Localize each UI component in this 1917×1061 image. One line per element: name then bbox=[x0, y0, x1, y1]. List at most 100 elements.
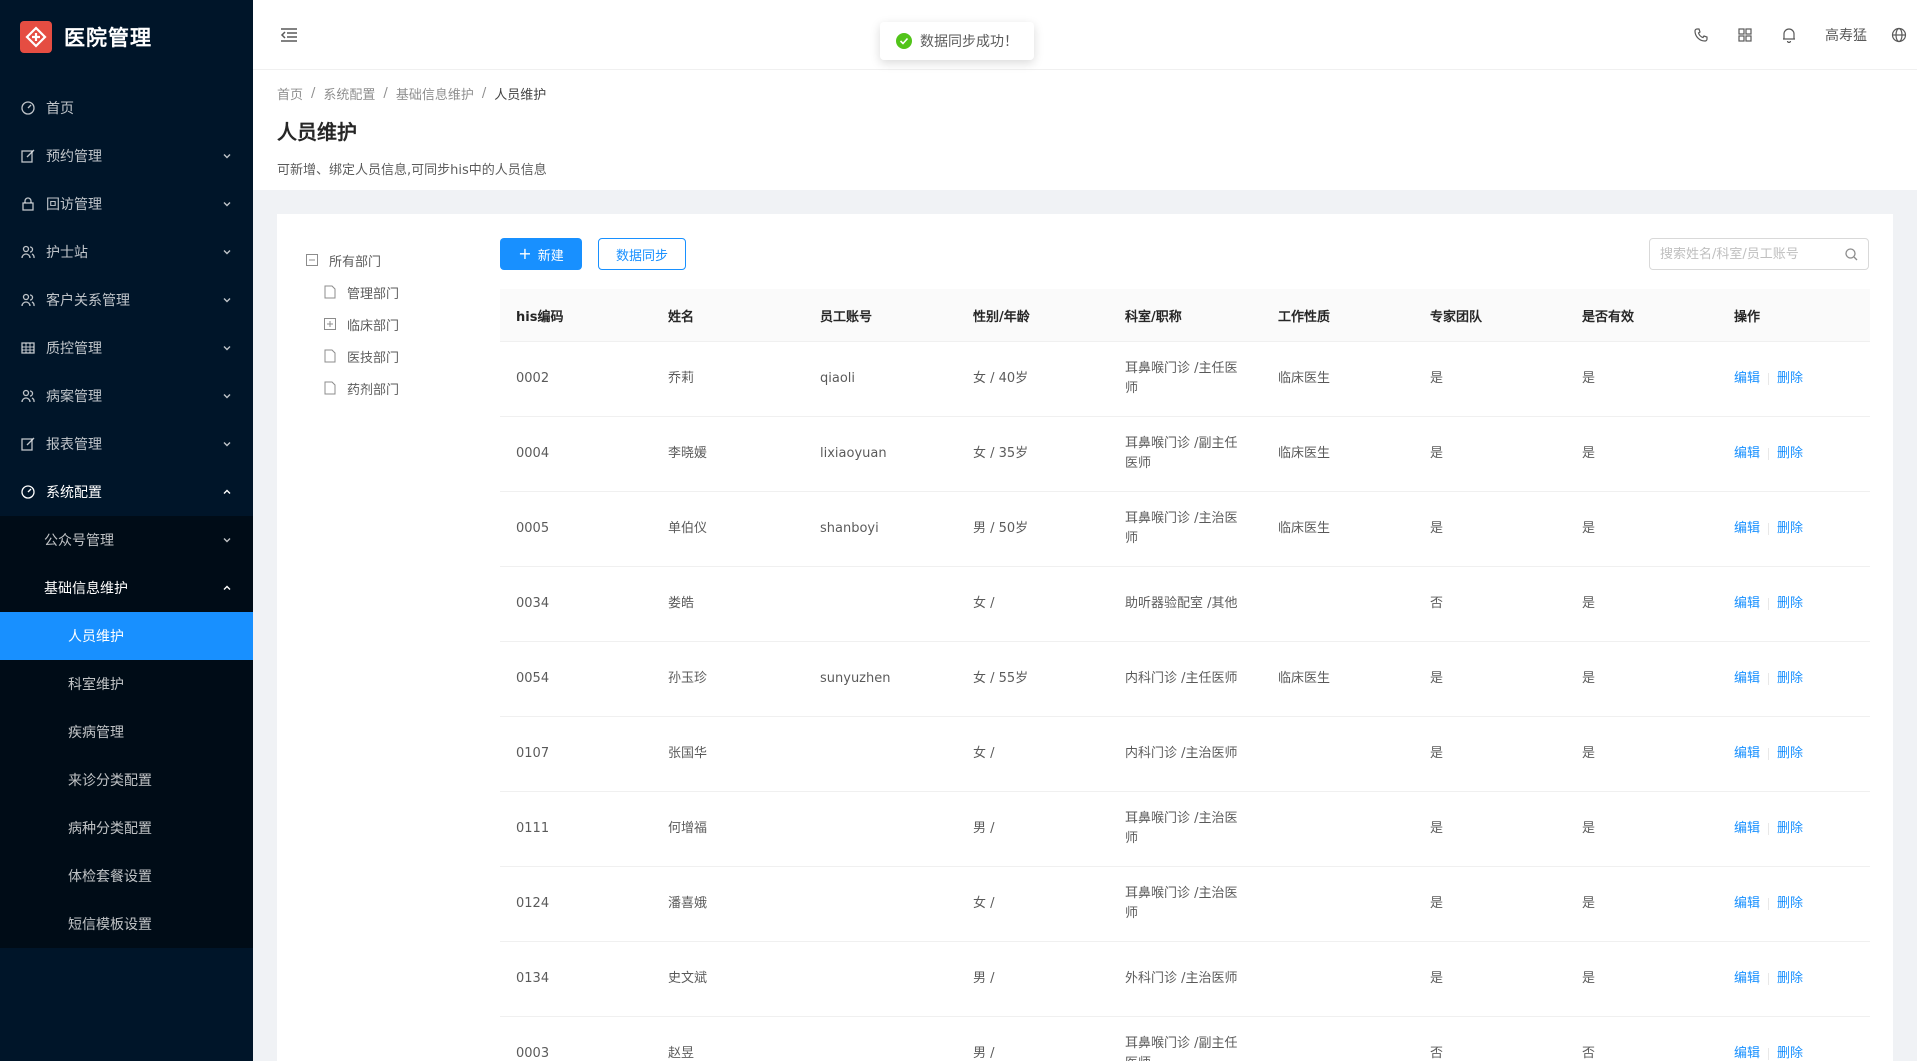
page-header: 首页 / 系统配置 / 基础信息维护 / 人员维护 人员维护 可新增、绑定人员信… bbox=[253, 70, 1917, 190]
delete-link[interactable]: 删除 bbox=[1777, 969, 1803, 989]
new-button[interactable]: + 新建 bbox=[500, 238, 582, 270]
breadcrumb-item-system[interactable]: 系统配置 bbox=[323, 84, 375, 103]
tree-node-clinical[interactable]: 临床部门 bbox=[305, 308, 475, 340]
tree-node-root[interactable]: 所有部门 bbox=[305, 244, 475, 276]
sidebar-item-label: 报表管理 bbox=[46, 437, 102, 453]
search-icon[interactable] bbox=[1845, 247, 1858, 261]
logo[interactable]: 医院管理 bbox=[0, 0, 253, 74]
sidebar-item-wechat[interactable]: 公众号管理 bbox=[0, 516, 253, 564]
tree-node-medtech[interactable]: 医技部门 bbox=[305, 340, 475, 372]
edit-link[interactable]: 编辑 bbox=[1734, 819, 1760, 839]
edit-link[interactable]: 编辑 bbox=[1734, 969, 1760, 989]
edit-link[interactable]: 编辑 bbox=[1734, 669, 1760, 689]
sidebar-menu: 首页 预约管理 回访管理 护士站 客户关系管理 质控管理 病案管理 报表管理 系… bbox=[0, 84, 253, 516]
delete-link[interactable]: 删除 bbox=[1777, 819, 1803, 839]
delete-link[interactable]: 删除 bbox=[1777, 444, 1803, 464]
action-divider bbox=[1768, 523, 1770, 535]
dashboard-icon bbox=[20, 484, 36, 500]
edit-link[interactable]: 编辑 bbox=[1734, 744, 1760, 764]
breadcrumb-item-base-info[interactable]: 基础信息维护 bbox=[396, 84, 474, 103]
column-header: 是否有效 bbox=[1582, 309, 1635, 325]
delete-link[interactable]: 删除 bbox=[1777, 744, 1803, 764]
sidebar-item-sms-template[interactable]: 短信模板设置 bbox=[0, 900, 253, 948]
breadcrumb-separator: / bbox=[383, 85, 388, 101]
row-actions: 编辑 删除 bbox=[1718, 444, 1870, 464]
sidebar-item-disease[interactable]: 疾病管理 bbox=[0, 708, 253, 756]
phone-button[interactable] bbox=[1679, 0, 1723, 70]
sidebar-item-quality[interactable]: 质控管理 bbox=[0, 324, 253, 372]
table-cell-account: qiaoli bbox=[820, 371, 856, 386]
sidebar-item-base-info[interactable]: 基础信息维护 bbox=[0, 564, 253, 612]
notification-button[interactable] bbox=[1767, 0, 1811, 70]
user-group-icon bbox=[20, 388, 36, 404]
table-row: 0005 单伯仪 shanboyi 男 / 50岁 耳鼻喉门诊 /主治医师 临床医生 是 是 编… bbox=[500, 492, 1870, 567]
chevron-down-icon bbox=[221, 438, 233, 450]
globe-icon bbox=[1891, 27, 1907, 43]
delete-link[interactable]: 删除 bbox=[1777, 669, 1803, 689]
sidebar-item-crm[interactable]: 客户关系管理 bbox=[0, 276, 253, 324]
sidebar-item-checkup-package[interactable]: 体检套餐设置 bbox=[0, 852, 253, 900]
edit-link[interactable]: 编辑 bbox=[1734, 444, 1760, 464]
chevron-down-icon bbox=[221, 150, 233, 162]
sidebar-item-system-config[interactable]: 系统配置 bbox=[0, 468, 253, 516]
search-input[interactable] bbox=[1660, 246, 1845, 262]
sidebar-item-label: 病案管理 bbox=[46, 389, 102, 405]
edit-link[interactable]: 编辑 bbox=[1734, 519, 1760, 539]
column-header: 姓名 bbox=[668, 309, 695, 325]
tree-node-admin[interactable]: 管理部门 bbox=[305, 276, 475, 308]
sidebar-item-staff[interactable]: 人员维护 bbox=[0, 612, 253, 660]
edit-link[interactable]: 编辑 bbox=[1734, 594, 1760, 614]
table-cell-valid: 是 bbox=[1582, 671, 1596, 686]
sidebar-item-appointment[interactable]: 预约管理 bbox=[0, 132, 253, 180]
sidebar-item-visit-category[interactable]: 来诊分类配置 bbox=[0, 756, 253, 804]
delete-link[interactable]: 删除 bbox=[1777, 369, 1803, 389]
system-config-submenu: 公众号管理 基础信息维护 人员维护 科室维护 疾病管理 来诊分类配置 病种分类配… bbox=[0, 516, 253, 948]
sidebar-item-records[interactable]: 病案管理 bbox=[0, 372, 253, 420]
file-icon bbox=[323, 381, 337, 395]
table-cell-gender-age: 女 / bbox=[973, 746, 995, 761]
staff-table: his编码 姓名 员工账号 性别/年龄 科室/职称 工作性质 专家团队 是否有效… bbox=[500, 289, 1870, 1061]
edit-link[interactable]: 编辑 bbox=[1734, 1044, 1760, 1061]
plus-square-icon[interactable] bbox=[323, 317, 337, 331]
user-name[interactable]: 高寿猛 bbox=[1811, 25, 1881, 45]
phone-icon bbox=[1694, 28, 1708, 42]
sidebar-item-nurse-station[interactable]: 护士站 bbox=[0, 228, 253, 276]
table-cell-gender-age: 男 / 50岁 bbox=[973, 521, 1029, 536]
action-divider bbox=[1768, 373, 1770, 385]
menu-fold-button[interactable] bbox=[277, 23, 301, 47]
sidebar-item-department[interactable]: 科室维护 bbox=[0, 660, 253, 708]
sidebar-item-label: 预约管理 bbox=[46, 149, 102, 165]
apps-button[interactable] bbox=[1723, 0, 1767, 70]
table-cell-gender-age: 女 / 35岁 bbox=[973, 446, 1029, 461]
success-toast: 数据同步成功！ bbox=[880, 22, 1034, 60]
table-cell-valid: 是 bbox=[1582, 521, 1596, 536]
row-actions: 编辑 删除 bbox=[1718, 519, 1870, 539]
delete-link[interactable]: 删除 bbox=[1777, 519, 1803, 539]
delete-link[interactable]: 删除 bbox=[1777, 1044, 1803, 1061]
breadcrumb-item-home[interactable]: 首页 bbox=[277, 84, 303, 103]
minus-square-icon[interactable] bbox=[305, 253, 319, 267]
table-cell-gender-age: 女 / bbox=[973, 596, 995, 611]
table-cell-expert: 是 bbox=[1430, 671, 1444, 686]
table-cell-name: 潘喜娥 bbox=[668, 896, 708, 911]
edit-link[interactable]: 编辑 bbox=[1734, 369, 1760, 389]
language-button[interactable] bbox=[1881, 0, 1917, 70]
data-sync-button[interactable]: 数据同步 bbox=[598, 238, 686, 270]
sidebar-item-disease-category[interactable]: 病种分类配置 bbox=[0, 804, 253, 852]
page-title: 人员维护 bbox=[277, 120, 357, 144]
sidebar-item-home[interactable]: 首页 bbox=[0, 84, 253, 132]
table-cell-expert: 是 bbox=[1430, 746, 1444, 761]
sidebar-item-label: 护士站 bbox=[46, 245, 88, 261]
sidebar-item-followup[interactable]: 回访管理 bbox=[0, 180, 253, 228]
tree-node-pharmacy[interactable]: 药剂部门 bbox=[305, 372, 475, 404]
delete-link[interactable]: 删除 bbox=[1777, 894, 1803, 914]
sidebar-item-label: 科室维护 bbox=[68, 677, 124, 693]
table-cell-valid: 是 bbox=[1582, 896, 1596, 911]
sidebar-item-reports[interactable]: 报表管理 bbox=[0, 420, 253, 468]
edit-link[interactable]: 编辑 bbox=[1734, 894, 1760, 914]
table-row: 0054 孙玉珍 sunyuzhen 女 / 55岁 内科门诊 /主任医师 临床医生 是 是 编… bbox=[500, 642, 1870, 717]
delete-link[interactable]: 删除 bbox=[1777, 594, 1803, 614]
table-cell-gender-age: 男 / bbox=[973, 821, 995, 836]
table-cell-dept-title: 耳鼻喉门诊 /主任医师 bbox=[1125, 361, 1238, 396]
tree-node-label: 所有部门 bbox=[329, 254, 382, 270]
